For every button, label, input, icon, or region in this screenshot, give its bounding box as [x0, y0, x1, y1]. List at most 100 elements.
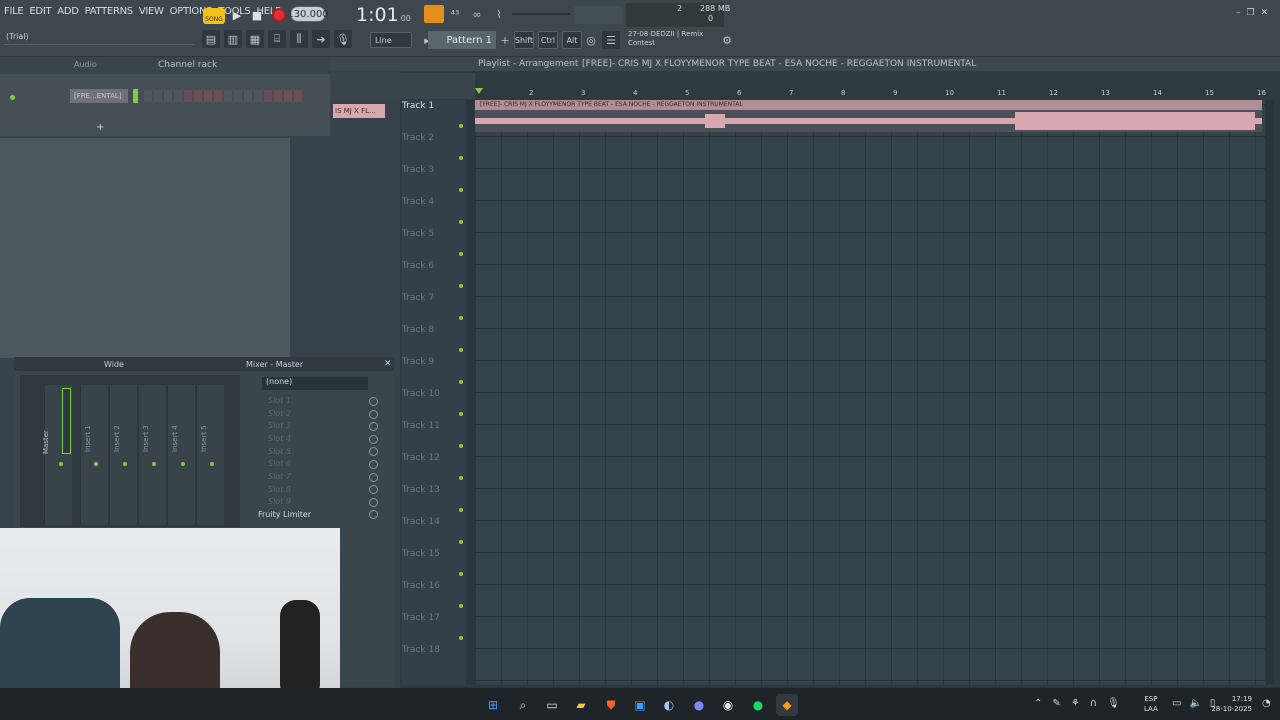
strip-led[interactable]	[123, 462, 127, 466]
slot-mix-knob-icon[interactable]	[369, 472, 378, 482]
play-icon[interactable]: ▶	[228, 6, 246, 24]
store-icon[interactable]: ▣	[629, 694, 651, 716]
track-led[interactable]	[459, 316, 463, 320]
playlist-scrollbar[interactable]	[1266, 100, 1274, 685]
slot-mix-knob-icon[interactable]	[369, 497, 378, 507]
step-edit-icon[interactable]: ⌇	[490, 5, 508, 23]
mixer-slot-limiter[interactable]: Fruity Limiter	[258, 510, 311, 519]
step-sequencer[interactable]	[144, 90, 314, 102]
track-label[interactable]: Track 7	[402, 292, 466, 324]
slot-mix-knob-icon[interactable]	[369, 434, 378, 444]
track-led[interactable]	[459, 220, 463, 224]
track-label[interactable]: Track 8	[402, 324, 466, 356]
step[interactable]	[204, 90, 212, 102]
minimize-icon[interactable]: –	[1236, 8, 1241, 18]
track-label[interactable]: Track 6	[402, 260, 466, 292]
strip-led[interactable]	[59, 462, 63, 466]
mixer-slot[interactable]: Slot 5	[256, 447, 368, 459]
step[interactable]	[284, 90, 292, 102]
mixer-slot[interactable]: Slot 1	[256, 396, 368, 408]
stop-icon[interactable]: ■	[248, 6, 266, 24]
menu-patterns[interactable]: PATTERNS	[85, 6, 134, 20]
microphone-icon[interactable]: 🎙	[334, 30, 352, 48]
step[interactable]	[194, 90, 202, 102]
track-led[interactable]	[459, 252, 463, 256]
picker-clip[interactable]: IS MJ X FL...	[333, 104, 385, 118]
step[interactable]	[164, 90, 172, 102]
step[interactable]	[154, 90, 162, 102]
notification-icon[interactable]: ◔	[1262, 698, 1271, 709]
strip-led[interactable]	[181, 462, 185, 466]
slot-mix-knob-icon[interactable]	[369, 409, 378, 419]
menu-view[interactable]: VIEW	[139, 6, 164, 20]
track-label[interactable]: Track 1	[402, 100, 466, 132]
strip-led[interactable]	[94, 462, 98, 466]
mixer-icon[interactable]: ⫼	[290, 30, 308, 48]
mixer-slot[interactable]: Slot 3	[256, 421, 368, 433]
search-icon[interactable]: ⌕	[512, 694, 534, 716]
slot-mix-knob-icon[interactable]	[369, 447, 378, 457]
playlist-view-icon[interactable]: ▤	[202, 30, 220, 48]
hamburger-icon[interactable]: ☰	[602, 31, 620, 49]
track-label[interactable]: Track 12	[402, 452, 466, 484]
step[interactable]	[144, 90, 152, 102]
track-led[interactable]	[459, 540, 463, 544]
step[interactable]	[174, 90, 182, 102]
track-label[interactable]: Track 14	[402, 516, 466, 548]
track-led[interactable]	[459, 476, 463, 480]
track-label[interactable]: Track 18	[402, 644, 466, 676]
track-label[interactable]: Track 9	[402, 356, 466, 388]
track-label[interactable]: Track 17	[402, 612, 466, 644]
track-led[interactable]	[459, 380, 463, 384]
track-led[interactable]	[459, 604, 463, 608]
alt-button[interactable]: Alt	[562, 31, 582, 49]
discord-icon[interactable]: ●	[688, 694, 710, 716]
news-panel[interactable]: 27-08 DEDZII | Remix Contest	[628, 30, 728, 52]
mixer-slot[interactable]: Slot 4	[256, 434, 368, 446]
track-label[interactable]: Track 5	[402, 228, 466, 260]
menu-file[interactable]: FILE	[4, 6, 24, 20]
loop-record-icon[interactable]: ∞	[468, 5, 486, 23]
news-settings-icon[interactable]: ⚙	[718, 31, 736, 49]
track-label[interactable]: Track 2	[402, 132, 466, 164]
mixer-strip-insert-2[interactable]	[109, 385, 137, 525]
windows-start-icon[interactable]: ⊞	[482, 694, 504, 716]
channel-mute-led[interactable]	[10, 95, 15, 100]
step[interactable]	[224, 90, 232, 102]
mixer-slot[interactable]: Slot 6	[256, 459, 368, 471]
step[interactable]	[274, 90, 282, 102]
strip-led[interactable]	[152, 462, 156, 466]
menu-add[interactable]: ADD	[57, 6, 79, 20]
step[interactable]	[294, 90, 302, 102]
track-led[interactable]	[459, 156, 463, 160]
track-led[interactable]	[459, 412, 463, 416]
step[interactable]	[254, 90, 262, 102]
steam-icon[interactable]: ◐	[658, 694, 680, 716]
record-icon[interactable]	[272, 8, 286, 22]
channel-select-led[interactable]	[133, 89, 138, 103]
channel-rack-icon[interactable]: ▦	[246, 30, 264, 48]
step[interactable]	[234, 90, 242, 102]
tray-app-icon[interactable]: ⚘	[1071, 698, 1080, 709]
spotify-icon[interactable]: ●	[747, 694, 769, 716]
clock[interactable]: 17:19 28-10-2025	[1210, 694, 1252, 714]
menu-edit[interactable]: EDIT	[29, 6, 51, 20]
mixer-strip-insert-1[interactable]	[80, 385, 108, 525]
track-led[interactable]	[459, 284, 463, 288]
mixer-slot[interactable]: Slot 7	[256, 472, 368, 484]
track-label[interactable]: Track 10	[402, 388, 466, 420]
pattern-selector[interactable]: Pattern 1	[428, 31, 496, 49]
track-led[interactable]	[459, 124, 463, 128]
mixer-slot[interactable]: Slot 8	[256, 485, 368, 497]
slot-mix-knob-icon[interactable]	[369, 485, 378, 495]
snap-select[interactable]: Line	[370, 32, 412, 48]
mixer-strip-insert-4[interactable]	[167, 385, 195, 525]
slot-mix-knob-icon[interactable]	[369, 397, 378, 406]
step[interactable]	[184, 90, 192, 102]
ctrl-button[interactable]: Ctrl	[538, 31, 558, 49]
strip-led[interactable]	[210, 462, 214, 466]
tray-mic-icon[interactable]: 🎙	[1107, 698, 1120, 709]
mixer-close-icon[interactable]: ✕	[384, 359, 392, 369]
tray-headset-icon[interactable]: ∩	[1090, 698, 1097, 709]
brave-icon[interactable]: ⛊	[600, 694, 622, 716]
